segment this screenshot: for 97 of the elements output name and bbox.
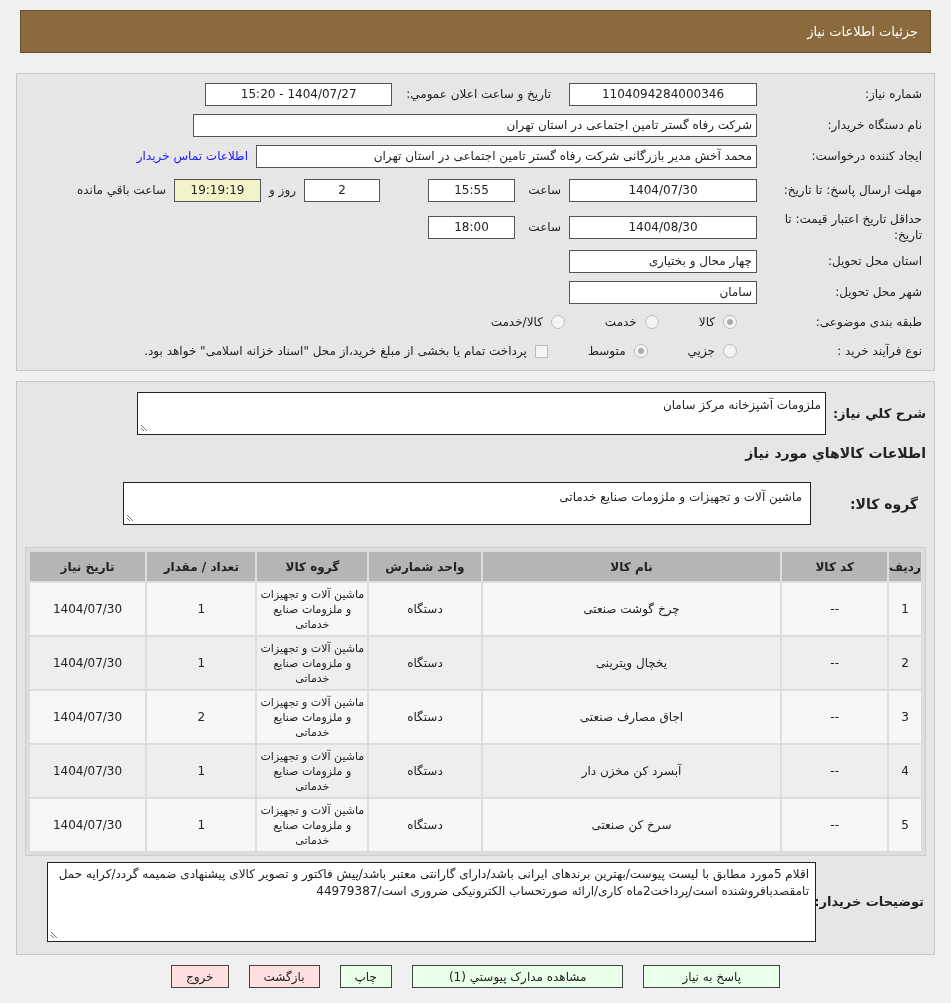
action-button[interactable]: چاپ bbox=[339, 965, 392, 988]
field-label: نوع فرآیند خرید : bbox=[836, 343, 922, 359]
table-cell: آبسرد کن مخزن دار bbox=[482, 745, 781, 797]
field-label: خدمت bbox=[604, 314, 637, 331]
text-field[interactable]: شرکت رفاه گستر تامین اجتماعی در استان تهران bbox=[193, 113, 757, 137]
table-cell: 1404/07/30 bbox=[30, 799, 146, 851]
table-cell: 3 bbox=[889, 691, 921, 743]
table-cell: 1404/07/30 bbox=[30, 637, 146, 689]
table-cell: -- bbox=[782, 637, 887, 689]
field-label: ساعت bbox=[527, 219, 561, 236]
resize-grip-icon bbox=[127, 513, 135, 521]
action-button[interactable]: بازگشت bbox=[248, 965, 320, 988]
table-cell: 1404/07/30 bbox=[30, 691, 146, 743]
table-cell: ماشین آلات و تجهیزات و ملزومات صنایع خدماتی bbox=[257, 691, 368, 743]
column-header: تاریخ نیاز bbox=[30, 552, 146, 581]
table-cell: دستگاه bbox=[369, 583, 481, 635]
table-cell: دستگاه bbox=[369, 691, 481, 743]
column-header: ردیف bbox=[889, 552, 921, 581]
field-label: کالا/خدمت bbox=[490, 314, 543, 331]
table-cell: دستگاه bbox=[369, 637, 481, 689]
field-label: ساعت باقي مانده bbox=[76, 182, 166, 199]
table-cell: 2 bbox=[889, 637, 921, 689]
table-cell: ماشین آلات و تجهیزات و ملزومات صنایع خدماتی bbox=[257, 637, 368, 689]
column-header: نام کالا bbox=[482, 552, 781, 581]
page-title: جزئیات اطلاعات نیاز bbox=[807, 22, 918, 42]
table-cell: 1 bbox=[147, 583, 256, 635]
table-cell: یخچال ویترینی bbox=[482, 637, 781, 689]
section-heading: اطلاعات کالاهاي مورد نیاز bbox=[743, 444, 926, 464]
table-cell: 1 bbox=[889, 583, 921, 635]
radio-button[interactable] bbox=[644, 315, 659, 329]
column-header: تعداد / مقدار bbox=[147, 552, 256, 581]
radio-button[interactable] bbox=[723, 344, 737, 358]
field-label: روز و bbox=[269, 182, 296, 199]
field-label: ساعت bbox=[527, 182, 561, 199]
field-label: شرح کلي نیاز: bbox=[831, 405, 926, 423]
text-field[interactable]: 2 bbox=[304, 178, 380, 202]
resize-grip-icon bbox=[51, 930, 59, 938]
table-cell: دستگاه bbox=[369, 799, 481, 851]
buyer-notes-field[interactable]: اقلام 5مورد مطابق با لیست پیوست/بهترین برندهای ایرانی باشد/دارای گارانتی معتبر باشد/پیش فاکتور و تصویر کالای پیشنهادی ضمیمه گردد/کرایه حمل تامقصدبافروشنده است/پرداخت2ماه کاری/ارائه صورتحساب الکترونیکی ضروری است/44979387 bbox=[47, 862, 816, 942]
table-cell: 2 bbox=[147, 691, 256, 743]
field-label: کالا bbox=[698, 314, 715, 331]
table-cell: دستگاه bbox=[369, 745, 481, 797]
checkbox[interactable] bbox=[534, 344, 548, 358]
action-button[interactable]: مشاهده مدارک پیوستي (1) bbox=[411, 965, 624, 988]
table-cell: 1 bbox=[147, 637, 256, 689]
table-cell: 1 bbox=[147, 745, 256, 797]
table-cell: -- bbox=[782, 745, 887, 797]
field-label: شماره نیاز: bbox=[864, 86, 922, 102]
table-cell: 5 bbox=[889, 799, 921, 851]
table-cell: ماشین آلات و تجهیزات و ملزومات صنایع خدماتی bbox=[257, 583, 368, 635]
summary-field[interactable]: ملزومات آشپزخانه مرکز سامان bbox=[137, 392, 826, 435]
text-field[interactable]: 18:00 bbox=[428, 215, 515, 239]
radio-button[interactable] bbox=[723, 315, 737, 329]
text-field[interactable]: 15:55 bbox=[428, 178, 515, 202]
field-label: طبقه بندی موضوعی: bbox=[814, 314, 922, 330]
action-button[interactable]: خروج bbox=[170, 965, 229, 988]
field-label: توضیحات خریدار: bbox=[816, 893, 925, 912]
field-label: نام دستگاه خریدار: bbox=[826, 117, 922, 133]
text-field[interactable]: چهار محال و بختیاری bbox=[569, 249, 757, 273]
goods-group-field[interactable]: ماشین آلات و تجهیزات و ملزومات صنایع خدماتی bbox=[123, 482, 811, 525]
table-cell: -- bbox=[782, 691, 887, 743]
column-header: واحد شمارش bbox=[369, 552, 481, 581]
action-button[interactable]: پاسخ به نیاز bbox=[643, 965, 781, 988]
table-cell: 1404/07/30 bbox=[30, 745, 146, 797]
text-field[interactable]: محمد آخش مدیر بازرگانی شرکت رفاه گستر تامین اجتماعی در استان تهران bbox=[256, 144, 757, 168]
field-label: حداقل تاریخ اعتبار قیمت: تا تاریخ: bbox=[783, 211, 922, 243]
text-field[interactable]: 1404/07/30 bbox=[569, 178, 757, 202]
table-cell: 1404/07/30 bbox=[30, 583, 146, 635]
text-field[interactable]: 19:19:19 bbox=[174, 178, 261, 202]
field-label: مهلت ارسال پاسخ: تا تاریخ: bbox=[782, 182, 922, 198]
text-field[interactable]: سامان bbox=[569, 280, 757, 304]
field-label: گروه کالا: bbox=[848, 495, 919, 515]
field-label: جزيي bbox=[687, 343, 715, 360]
field-label: شهر محل تحویل: bbox=[834, 284, 922, 300]
contact-link[interactable]: اطلاعات تماس خریدار bbox=[136, 147, 248, 165]
table-cell: -- bbox=[782, 583, 887, 635]
table-cell: -- bbox=[782, 799, 887, 851]
resize-grip-icon bbox=[141, 423, 149, 431]
column-header: گروه کالا bbox=[257, 552, 368, 581]
table-cell: 1 bbox=[147, 799, 256, 851]
table-cell: اجاق مصارف صنعتی bbox=[482, 691, 781, 743]
field-label: تاریخ و ساعت اعلان عمومي: bbox=[406, 86, 551, 103]
field-label: استان محل تحویل: bbox=[826, 253, 922, 269]
text-field[interactable]: 1404/08/30 bbox=[569, 215, 757, 239]
table-cell: 4 bbox=[889, 745, 921, 797]
table-cell: سرخ کن صنعتی bbox=[482, 799, 781, 851]
table-cell: ماشین آلات و تجهیزات و ملزومات صنایع خدماتی bbox=[257, 745, 368, 797]
text-field[interactable]: 1404/07/27 - 15:20 bbox=[205, 82, 393, 106]
field-label: پرداخت تمام یا بخشی از مبلغ خرید،از محل "اسناد خزانه اسلامی" خواهد بود. bbox=[144, 343, 527, 360]
radio-button[interactable] bbox=[550, 315, 565, 329]
field-label: ایجاد کننده درخواست: bbox=[810, 148, 922, 164]
table-cell: چرخ گوشت صنعتی bbox=[482, 583, 781, 635]
radio-button[interactable] bbox=[633, 344, 648, 358]
column-header: کد کالا bbox=[782, 552, 887, 581]
text-field[interactable]: 1104094284000346 bbox=[569, 82, 757, 106]
table-cell: ماشین آلات و تجهیزات و ملزومات صنایع خدماتی bbox=[257, 799, 368, 851]
field-label: متوسط bbox=[587, 343, 626, 360]
